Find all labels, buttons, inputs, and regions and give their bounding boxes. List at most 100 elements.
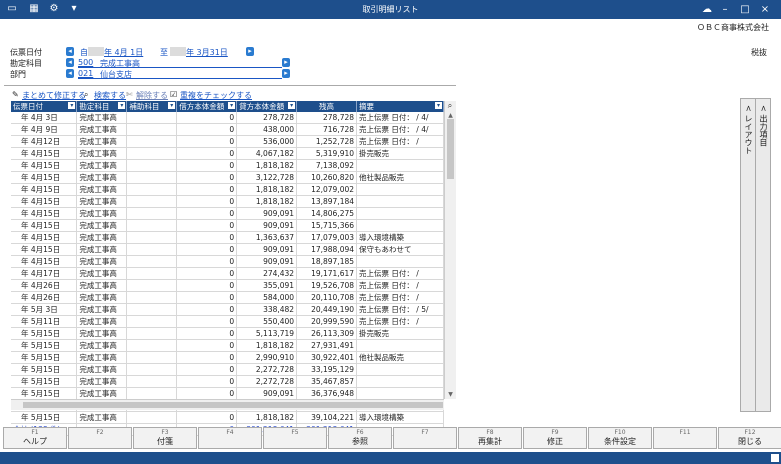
fkey-f5-button[interactable]: F5 xyxy=(263,427,327,449)
bulk-edit-link[interactable]: まとめて修正する xyxy=(22,90,86,101)
table-row[interactable]: 年 5月15日 完成工事高 0 2,272,728 33,195,129 xyxy=(11,363,444,376)
table-row[interactable]: 年 4月15日 完成工事高 0 909,091 18,897,185 xyxy=(11,255,444,268)
filter-dropdown-icon[interactable]: ▾ xyxy=(435,102,442,109)
fkey-f7-button[interactable]: F7 xyxy=(393,427,457,449)
dept-code[interactable]: 021 xyxy=(78,69,93,78)
table-cell: 5,319,910 xyxy=(296,147,358,160)
maximize-button[interactable]: □ xyxy=(738,3,752,16)
table-cell xyxy=(356,255,444,268)
table-row[interactable]: 年 5月15日 完成工事高 0 2,272,728 35,467,857 xyxy=(11,375,444,388)
table-row[interactable]: 年 4月26日 完成工事高 0 355,091 19,526,708 売上伝票 日付： / xyxy=(11,279,444,292)
fkey-f12-button[interactable]: F12 閉じる xyxy=(718,427,781,449)
table-row[interactable]: 年 4月15日 完成工事高 0 4,067,182 5,319,910 掛売販売 xyxy=(11,147,444,160)
table-cell: 完成工事高 xyxy=(76,112,128,124)
scroll-thumb[interactable] xyxy=(447,119,454,179)
date-prev-button[interactable]: ◂ xyxy=(66,47,74,56)
table-row[interactable]: 年 5月11日 完成工事高 0 550,400 20,999,590 売上伝票 日付： / xyxy=(11,315,444,328)
table-cell xyxy=(356,207,444,220)
fkey-number: F12 xyxy=(744,429,756,436)
clear-link[interactable]: 解除する xyxy=(136,90,168,101)
table-row[interactable]: 年 4月15日 完成工事高 0 1,818,182 7,138,092 xyxy=(11,159,444,172)
table-cell: 年 4月15日 xyxy=(11,207,78,220)
table-row[interactable]: 年 4月15日 完成工事高 0 909,091 15,715,366 xyxy=(11,219,444,232)
dup-check-link[interactable]: 重複をチェックする xyxy=(180,90,252,101)
account-next-button[interactable]: ▸ xyxy=(282,58,290,67)
minimize-button[interactable]: – xyxy=(718,3,732,16)
transaction-table: 伝票日付 ▾ 勘定科目 ▾ 補助科目 ▾ 借方本体金額 ▾ 貸方本体金額 ▾ 残高 摘要 ▾… xyxy=(11,101,444,436)
fkey-f8-button[interactable]: F8 再集計 xyxy=(458,427,522,449)
account-code[interactable]: 500 xyxy=(78,58,93,67)
year-masked xyxy=(170,47,186,56)
table-row[interactable]: 年 5月15日 完成工事高 0 1,818,182 39,104,221 導入環境構築 xyxy=(11,411,444,424)
col-memo[interactable]: 摘要 ▾ xyxy=(356,101,444,112)
table-row[interactable]: 年 4月12日 完成工事高 0 536,000 1,252,728 売上伝票 日付： / xyxy=(11,135,444,148)
fkey-f1-button[interactable]: F1 ヘルプ xyxy=(3,427,67,449)
table-cell: 30,922,401 xyxy=(296,351,358,364)
date-from-field[interactable]: 年 4月 1日 xyxy=(104,47,143,58)
col-date[interactable]: 伝票日付 ▾ xyxy=(11,101,78,112)
fkey-f6-button[interactable]: F6 参照 xyxy=(328,427,392,449)
table-cell: 完成工事高 xyxy=(76,255,128,268)
col-sub-account[interactable]: 補助科目 ▾ xyxy=(126,101,178,112)
resize-grip-icon[interactable] xyxy=(771,454,779,462)
scroll-down-icon[interactable]: ▼ xyxy=(446,390,455,399)
date-next-button[interactable]: ▸ xyxy=(246,47,254,56)
filter-dropdown-icon[interactable]: ▾ xyxy=(228,102,236,109)
tax-mode: 税抜 xyxy=(751,48,767,57)
fkey-f3-button[interactable]: F3 付箋 xyxy=(133,427,197,449)
col-debit[interactable]: 借方本体金額 ▾ xyxy=(176,101,238,112)
table-cell: 20,110,708 xyxy=(296,291,358,304)
search-link[interactable]: 検索する xyxy=(94,90,126,101)
table-cell xyxy=(126,411,178,424)
close-button[interactable]: × xyxy=(758,3,772,16)
table-row[interactable]: 年 5月15日 完成工事高 0 5,113,719 26,113,309 掛売販売 xyxy=(11,327,444,340)
table-row[interactable]: 年 4月17日 完成工事高 0 274,432 19,171,617 売上伝票 日付： / xyxy=(11,267,444,280)
dept-next-button[interactable]: ▸ xyxy=(282,69,290,78)
table-cell: 0 xyxy=(176,219,238,232)
table-row[interactable]: 年 5月 3日 完成工事高 0 338,482 20,449,190 売上伝票 日付： /… xyxy=(11,303,444,316)
table-row[interactable]: 年 4月15日 完成工事高 0 909,091 14,806,275 xyxy=(11,207,444,220)
table-row[interactable]: 年 4月15日 完成工事高 0 1,363,637 17,079,003 導入環境構築 xyxy=(11,231,444,244)
col-balance[interactable]: 残高 xyxy=(296,101,358,112)
table-row[interactable]: 年 4月15日 完成工事高 0 1,818,182 13,897,184 xyxy=(11,195,444,208)
table-cell: 売上伝票 日付： / xyxy=(356,291,444,304)
table-cell: 2,990,910 xyxy=(236,351,298,364)
grid-search-icon[interactable]: ⌕ xyxy=(445,101,455,111)
table-cell: 438,000 xyxy=(236,123,298,136)
fkey-f11-button[interactable]: F11 xyxy=(653,427,717,449)
table-row[interactable]: 年 4月15日 完成工事高 0 3,122,728 10,260,820 他社製品販売 xyxy=(11,171,444,184)
table-cell: 年 4月26日 xyxy=(11,291,78,304)
filter-dropdown-icon[interactable]: ▾ xyxy=(288,102,296,109)
table-cell xyxy=(126,135,178,148)
horizontal-scrollbar[interactable] xyxy=(11,399,444,410)
col-credit[interactable]: 貸方本体金額 ▾ xyxy=(236,101,298,112)
table-row[interactable]: 年 5月15日 完成工事高 0 909,091 36,376,948 xyxy=(11,387,444,400)
table-row[interactable]: 年 4月 9日 完成工事高 0 438,000 716,728 売上伝票 日付： / 4/ xyxy=(11,123,444,136)
table-row[interactable]: 年 5月15日 完成工事高 0 2,990,910 30,922,401 他社製品販売 xyxy=(11,351,444,364)
dept-prev-button[interactable]: ◂ xyxy=(66,69,74,78)
col-account[interactable]: 勘定科目 ▾ xyxy=(76,101,128,112)
table-cell: 19,526,708 xyxy=(296,279,358,292)
table-cell: 0 xyxy=(176,267,238,280)
fkey-f10-button[interactable]: F10 条件設定 xyxy=(588,427,652,449)
table-row[interactable]: 年 4月15日 完成工事高 0 1,818,182 12,079,002 xyxy=(11,183,444,196)
table-row[interactable]: 年 4月 3日 完成工事高 0 278,728 278,728 売上伝票 日付： / 4/ xyxy=(11,112,444,124)
fkey-f4-button[interactable]: F4 xyxy=(198,427,262,449)
output-items-panel-tab[interactable]: < 出力項目 xyxy=(755,98,771,412)
table-cell: 年 4月 3日 xyxy=(11,112,78,124)
filter-dropdown-icon[interactable]: ▾ xyxy=(68,102,76,109)
table-row[interactable]: 年 4月15日 完成工事高 0 909,091 17,988,094 保守もあわせて xyxy=(11,243,444,256)
hscroll-thumb[interactable] xyxy=(23,402,443,408)
fkey-f9-button[interactable]: F9 修正 xyxy=(523,427,587,449)
account-prev-button[interactable]: ◂ xyxy=(66,58,74,67)
table-row[interactable]: 年 4月26日 完成工事高 0 584,000 20,110,708 売上伝票 日付： / xyxy=(11,291,444,304)
table-cell xyxy=(126,112,178,124)
table-cell: 1,818,182 xyxy=(236,195,298,208)
filter-dropdown-icon[interactable]: ▾ xyxy=(118,102,126,109)
table-row[interactable]: 年 5月15日 完成工事高 0 1,818,182 27,931,491 xyxy=(11,339,444,352)
fkey-f2-button[interactable]: F2 xyxy=(68,427,132,449)
date-to-field[interactable]: 年 3月31日 xyxy=(186,47,228,58)
layout-panel-tab[interactable]: < レイアウト xyxy=(740,98,756,412)
vertical-scrollbar[interactable]: ▲ ▼ xyxy=(444,101,456,399)
filter-dropdown-icon[interactable]: ▾ xyxy=(168,102,176,109)
